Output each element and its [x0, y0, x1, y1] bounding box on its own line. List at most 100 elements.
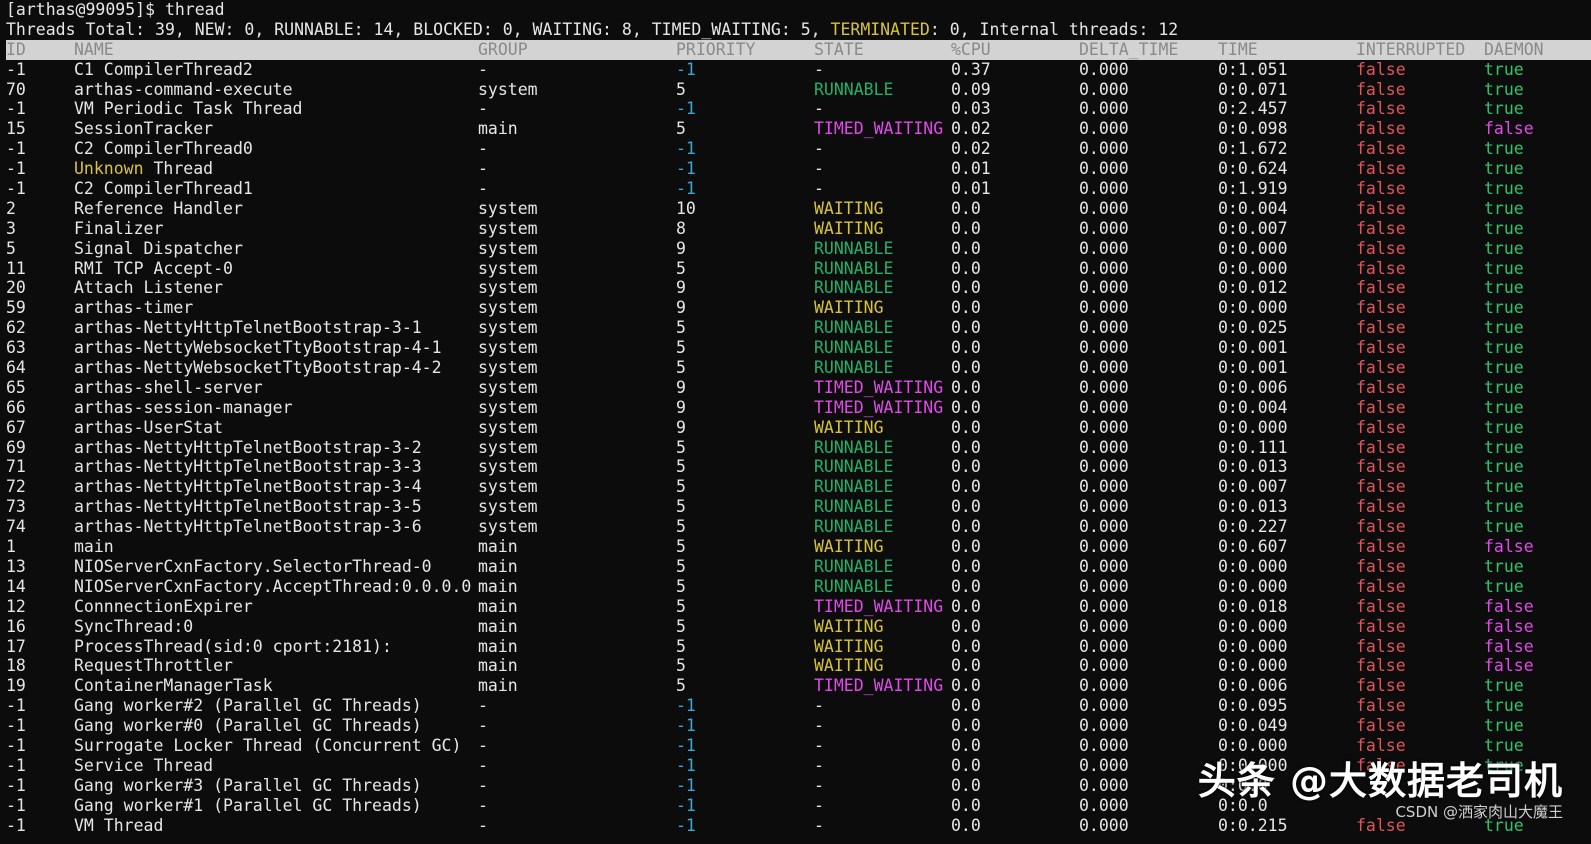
cell-daemon: true	[1484, 517, 1524, 537]
cell-delta-time: 0.000	[1079, 338, 1129, 358]
cell-cpu: 0.0	[951, 397, 981, 417]
cell-state: RUNNABLE	[814, 238, 894, 258]
cell-time: 0:0.607	[1218, 537, 1288, 557]
cell-state: -	[814, 775, 824, 795]
table-row: 17 ProcessThread(sid:0 cport:2181): main 5 W…	[6, 637, 1591, 657]
cell-interrupted: false	[1356, 198, 1406, 218]
cell-priority: 5	[676, 318, 686, 338]
cell-state: -	[814, 59, 824, 79]
cell-cpu: 0.0	[951, 437, 981, 457]
cell-time: 0:0.025	[1218, 318, 1288, 338]
cell-id: 67	[6, 417, 26, 437]
cell-daemon: true	[1484, 139, 1524, 159]
cell-state: RUNNABLE	[814, 556, 894, 576]
cell-daemon: true	[1484, 358, 1524, 378]
cell-group: -	[478, 815, 488, 835]
table-row: 12 ConnnectionExpirer main 5 TIMED_WAITING 0.…	[6, 597, 1591, 617]
cell-name: arthas-NettyHttpTelnetBootstrap-3-5	[74, 497, 422, 517]
cell-daemon: true	[1484, 696, 1524, 716]
cell-group: system	[478, 517, 538, 537]
table-row: -1 Gang worker#0 (Parallel GC Threads) - -1…	[6, 716, 1591, 736]
cell-priority: 5	[676, 676, 686, 696]
cell-interrupted: false	[1356, 616, 1406, 636]
cell-name: C2 CompilerThread1	[74, 179, 253, 199]
cell-cpu: 0.0	[951, 576, 981, 596]
cell-priority: -1	[676, 99, 696, 119]
cell-time: 0:1.672	[1218, 139, 1288, 159]
cell-state: WAITING	[814, 298, 884, 318]
cell-delta-time: 0.000	[1079, 636, 1129, 656]
cell-daemon: true	[1484, 437, 1524, 457]
cell-time: 0:0.007	[1218, 477, 1288, 497]
cell-cpu: 0.0	[951, 417, 981, 437]
watermark-main: 头条 @大数据老司机	[1197, 759, 1563, 803]
cell-interrupted: false	[1356, 119, 1406, 139]
table-row: -1 Gang worker#2 (Parallel GC Threads) - -1…	[6, 696, 1591, 716]
cell-cpu: 0.0	[951, 616, 981, 636]
column-header-priority: PRIORITY	[676, 39, 756, 59]
cell-id: -1	[6, 159, 26, 179]
cell-interrupted: false	[1356, 377, 1406, 397]
cell-state: WAITING	[814, 616, 884, 636]
cell-interrupted: false	[1356, 238, 1406, 258]
cell-cpu: 0.0	[951, 238, 981, 258]
cell-name: C1 CompilerThread2	[74, 59, 253, 79]
table-row: 59 arthas-timer system 9 WAITING 0.0 0.000 0:0.…	[6, 298, 1591, 318]
cell-state: -	[814, 179, 824, 199]
cell-delta-time: 0.000	[1079, 517, 1129, 537]
cell-daemon: true	[1484, 238, 1524, 258]
cell-interrupted: false	[1356, 318, 1406, 338]
summary-prefix: Threads Total: 39, NEW: 0, RUNNABLE: 14,…	[6, 19, 831, 39]
cell-time: 0:0.000	[1218, 298, 1288, 318]
cell-id: 15	[6, 119, 26, 139]
column-header-interrupted: INTERRUPTED	[1356, 39, 1466, 59]
cell-delta-time: 0.000	[1079, 815, 1129, 835]
cell-priority: 5	[676, 437, 686, 457]
cell-delta-time: 0.000	[1079, 457, 1129, 477]
cell-delta-time: 0.000	[1079, 59, 1129, 79]
column-header-group: GROUP	[478, 39, 528, 59]
cell-time: 0:0.000	[1218, 258, 1288, 278]
cell-time: 0:0.000	[1218, 636, 1288, 656]
cell-id: -1	[6, 99, 26, 119]
cell-cpu: 0.0	[951, 278, 981, 298]
cell-interrupted: false	[1356, 79, 1406, 99]
cell-cpu: 0.0	[951, 716, 981, 736]
table-row: 5 Signal Dispatcher system 9 RUNNABLE 0.0 0.00…	[6, 239, 1591, 259]
terminal-window[interactable]: [arthas@99095]$ thread Threads Total: 39…	[6, 0, 1591, 844]
cell-interrupted: false	[1356, 159, 1406, 179]
cell-group: system	[478, 358, 538, 378]
cell-time: 0:0.000	[1218, 616, 1288, 636]
cell-id: 17	[6, 636, 26, 656]
cell-priority: 9	[676, 238, 686, 258]
cell-group: main	[478, 576, 518, 596]
cell-priority: 5	[676, 556, 686, 576]
cell-name: RequestThrottler	[74, 656, 233, 676]
cell-delta-time: 0.000	[1079, 159, 1129, 179]
cell-name: SyncThread:0	[74, 616, 194, 636]
cell-state: -	[814, 99, 824, 119]
column-header-name: NAME	[74, 39, 114, 59]
cell-cpu: 0.0	[951, 676, 981, 696]
cell-group: system	[478, 258, 538, 278]
cell-priority: -1	[676, 696, 696, 716]
cell-group: system	[478, 218, 538, 238]
cell-cpu: 0.0	[951, 755, 981, 775]
cell-cpu: 0.0	[951, 457, 981, 477]
cell-id: 59	[6, 298, 26, 318]
cell-group: system	[478, 238, 538, 258]
cell-cpu: 0.0	[951, 497, 981, 517]
cell-state: WAITING	[814, 656, 884, 676]
cell-delta-time: 0.000	[1079, 616, 1129, 636]
cell-priority: -1	[676, 795, 696, 815]
watermark: 头条 @大数据老司机 CSDN @洒家肉山大魔王	[1198, 750, 1563, 822]
cell-id: -1	[6, 696, 26, 716]
cell-daemon: false	[1484, 636, 1534, 656]
cell-priority: -1	[676, 815, 696, 835]
cell-cpu: 0.37	[951, 59, 991, 79]
cell-group: system	[478, 457, 538, 477]
table-row: 20 Attach Listener system 9 RUNNABLE 0.0 0.000…	[6, 278, 1591, 298]
cell-daemon: true	[1484, 716, 1524, 736]
cell-id: 11	[6, 258, 26, 278]
table-row: 69 arthas-NettyHttpTelnetBootstrap-3-2 sys…	[6, 438, 1591, 458]
